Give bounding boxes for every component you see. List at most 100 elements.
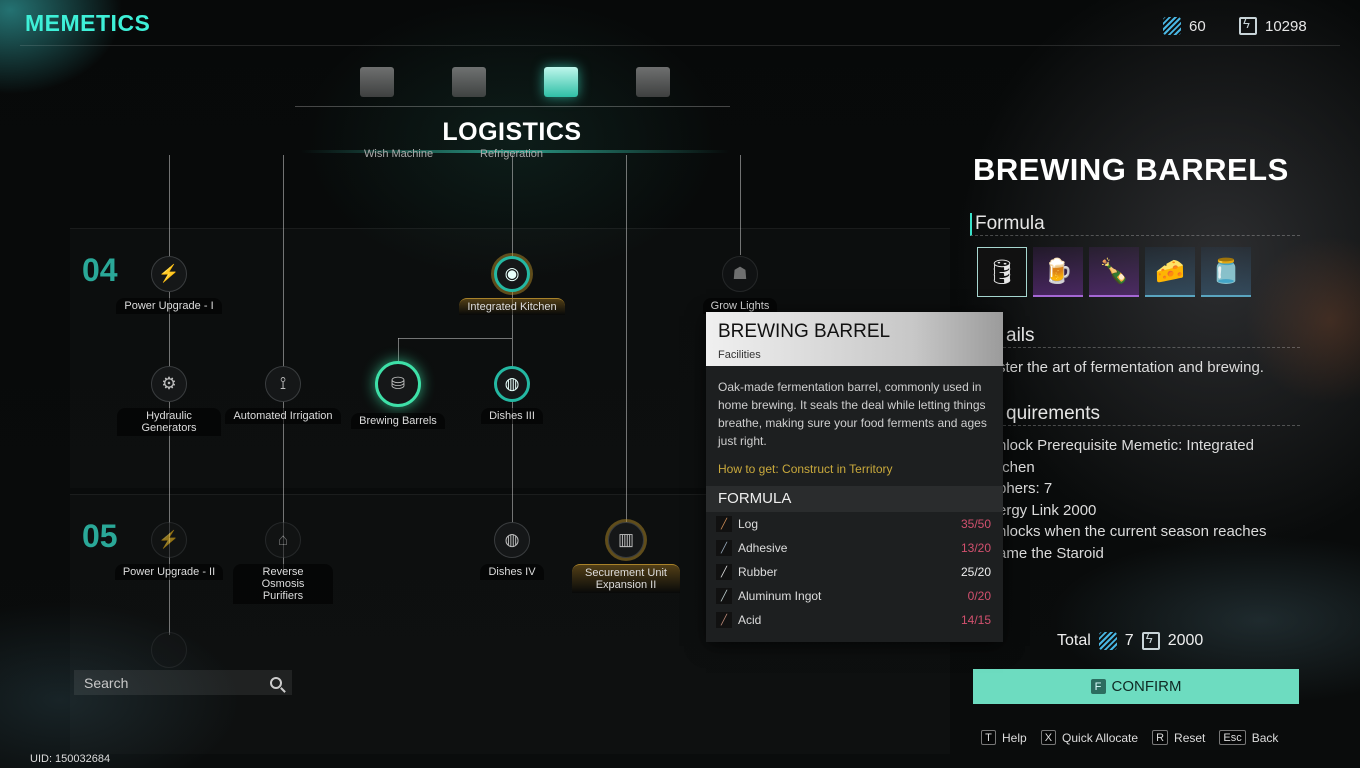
material-name: Aluminum Ingot [738,589,822,603]
formula-item-barrel[interactable]: 🛢 [977,247,1027,297]
search-icon[interactable] [270,676,282,689]
confirm-key-hint: F [1090,679,1106,694]
dish-icon: ◍ [494,366,530,402]
total-cost: Total 7 2000 [1057,631,1204,650]
aluminum-ingot-icon: ╱ [716,588,732,604]
user-id: UID: 150032684 [30,753,111,765]
requirement-line: ame the Staroid [998,544,1104,562]
material-row: ╱ Rubber 25/20 [706,560,1003,584]
barrel-icon: 🛢 [986,258,1018,286]
formula-item-cheese[interactable]: 🧀 [1145,247,1195,297]
cheese-icon: 🧀 [1155,257,1185,285]
hint-label: Back [1251,730,1279,745]
log-icon: ╱ [716,516,732,532]
node-label: Power Upgrade - II [114,564,224,580]
quick-allocate-hint[interactable]: X Quick Allocate [1040,730,1139,745]
requirement-line: tchen [998,458,1035,476]
material-name: Adhesive [738,541,788,555]
cipher-value: 60 [1189,17,1206,35]
adhesive-icon: ╱ [716,540,732,556]
hint-label: Reset [1174,730,1206,745]
node-label: Hydraulic Generators [117,408,221,436]
material-qty: 13/20 [960,541,991,555]
grow-lights-icon: ☗ [722,256,758,292]
search-box[interactable] [74,670,292,695]
connector [740,155,741,255]
connector [283,155,284,575]
material-row: ╱ Adhesive 13/20 [706,536,1003,560]
energy-link-value: 10298 [1265,17,1307,35]
panel-title: BREWING BARRELS [973,152,1289,187]
connector [512,155,513,535]
frying-pan-icon: ◉ [494,256,530,292]
generator-icon: ⚡ [151,256,187,292]
requirement-line: nlock Prerequisite Memetic: Integrated [998,437,1254,454]
waterwheel-icon: ⚙ [151,366,187,402]
requirement-line: ergy Link 2000 [998,501,1097,519]
total-energy: 2000 [1167,632,1204,649]
barrel-icon: ⛁ [375,361,421,407]
requirements-list: nlock Prerequisite Memetic: Integrated t… [998,435,1298,564]
node-label: Securement Unit Expansion II [572,564,680,593]
connector [398,338,512,339]
dish-icon: ◍ [494,522,530,558]
tooltip-title: BREWING BARREL [718,321,891,342]
formula-item-beer[interactable]: 🍺 [1033,247,1083,297]
connector [626,155,627,535]
reset-hint[interactable]: R Reset [1152,730,1205,745]
sprinkler-icon: ⟟ [265,366,301,402]
confirm-label: CONFIRM [1111,678,1182,695]
material-qty: 35/50 [960,517,991,531]
material-name: Acid [738,613,762,627]
node-securement-unit-expansion-ii[interactable]: ▥ Securement Unit Expansion II [556,522,696,593]
material-name: Log [738,517,759,531]
requirement-line: nlocks when the current season reaches [998,523,1267,540]
acid-icon: ╱ [716,612,732,628]
key-r: R [1152,730,1169,745]
node-label: Power Upgrade - I [116,298,222,314]
total-label: Total [1057,632,1091,649]
node-label: Dishes III [481,408,543,424]
node-label: Dishes IV [480,564,544,580]
key-t: T [981,730,996,745]
node-power-upgrade-i[interactable]: ⚡ Power Upgrade - I [99,256,239,314]
material-row: ╱ Log 35/50 [706,512,1003,536]
total-ciphers: 7 [1124,632,1134,649]
purifier-icon: ⌂ [265,522,301,558]
material-name: Rubber [738,565,778,579]
confirm-button[interactable]: F CONFIRM [973,669,1299,704]
node-label: Reverse Osmosis Purifiers [233,564,333,604]
key-esc: Esc [1219,730,1246,745]
hint-label: Help [1002,730,1027,745]
tooltip-description: Oak-made fermentation barrel, commonly u… [718,380,987,448]
details-text: ster the art of fermentation and brewing… [998,359,1264,376]
help-hint[interactable]: T Help [981,730,1027,745]
tooltip-how-to-get: How to get: Construct in Territory [718,462,893,476]
cipher-icon [1098,632,1117,650]
node-label: Automated Irrigation [225,408,341,424]
formula-heading: Formula [970,213,1300,236]
key-x: X [1040,730,1057,745]
tooltip-category: Facilities [718,349,761,361]
node-integrated-kitchen[interactable]: ◉ Integrated Kitchen [442,256,582,315]
node-grow-lights[interactable]: ☗ Grow Lights [670,256,810,314]
material-qty: 14/15 [960,613,991,627]
formula-item-pickle-jar[interactable]: 🫙 [1201,247,1251,297]
energy-link-counter: 10298 [1239,16,1307,35]
jar-icon: 🫙 [1211,257,1241,285]
cipher-counter: 60 [1163,17,1206,35]
search-input[interactable] [84,674,270,691]
material-row: ╱ Aluminum Ingot 0/20 [706,584,1003,608]
back-hint[interactable]: Esc Back [1219,730,1278,745]
hint-label: Quick Allocate [1062,730,1139,745]
formula-list: 🛢 🍺 🍾 🧀 🫙 [977,247,1251,297]
cipher-icon [1163,17,1181,35]
energy-link-icon [1141,631,1160,650]
details-heading: ails [1003,325,1300,348]
node-dishes-iii[interactable]: ◍ Dishes III [442,366,582,424]
item-tooltip: BREWING BARREL Facilities Oak-made ferme… [706,312,1003,642]
formula-item-bottle[interactable]: 🍾 [1089,247,1139,297]
node-next-tier[interactable] [99,632,239,668]
node-reverse-osmosis-purifiers[interactable]: ⌂ Reverse Osmosis Purifiers [213,522,353,604]
energy-link-icon [1239,16,1257,35]
